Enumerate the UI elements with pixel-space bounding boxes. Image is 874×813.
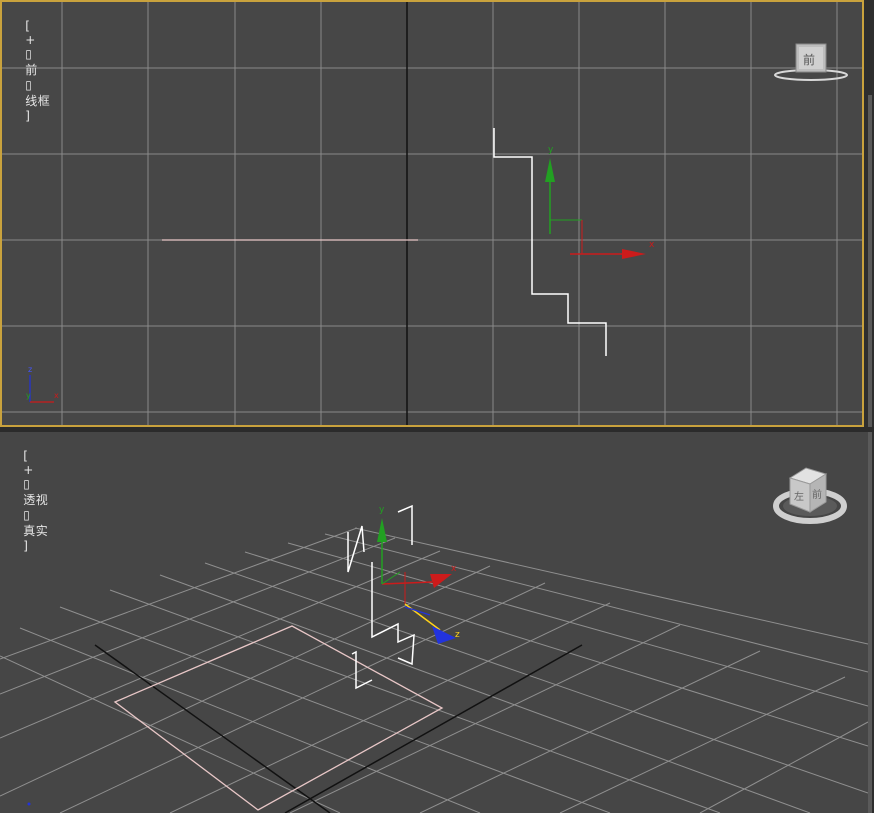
- perspective-viewcube[interactable]: [773, 467, 847, 524]
- gizmo-y-label: y: [379, 505, 385, 515]
- gizmo-x-arrow[interactable]: [622, 249, 646, 259]
- grid-line: [324, 533, 868, 673]
- perspective-viewport-canvas[interactable]: y x z 左 前: [0, 432, 868, 813]
- viewcube-face-label: 前: [803, 52, 815, 67]
- grid-line: [244, 551, 868, 747]
- perspective-move-gizmo[interactable]: [377, 518, 456, 644]
- front-viewport-label: [ + ▯ 前 ▯ 线框 ]: [8, 5, 55, 137]
- grid-line: [0, 550, 441, 739]
- front-axis-tripod: [29, 375, 54, 403]
- gizmo-y-label: y: [548, 145, 554, 155]
- gizmo-z-axis[interactable]: [404, 603, 441, 631]
- label-separator: ▯: [25, 78, 33, 92]
- stair-spline-top-left[interactable]: [347, 525, 365, 573]
- plane-object[interactable]: [113, 625, 444, 811]
- world-axis-x: [94, 644, 331, 813]
- gizmo-x-label: x: [649, 240, 655, 250]
- label-bracket-close: ]: [23, 539, 29, 553]
- tripod-z-label: z: [28, 365, 32, 374]
- label-bracket-close: ]: [25, 109, 31, 123]
- grid-line: [0, 537, 396, 695]
- grid-line: [169, 602, 611, 813]
- viewport-point-of-view-menu[interactable]: 透视: [23, 493, 48, 507]
- grid-line: [559, 676, 846, 813]
- perspective-viewport-label: [ + ▯ 透视 ▯ 真实 ]: [6, 435, 53, 567]
- grid-line: [419, 650, 761, 813]
- label-separator: ▯: [23, 477, 31, 491]
- viewport-shading-menu[interactable]: 真实: [23, 524, 48, 538]
- grid-line: [289, 624, 681, 813]
- tripod-x-label: x: [54, 391, 59, 400]
- tripod-y-label: y: [26, 391, 31, 400]
- gizmo-x-axis[interactable]: [381, 581, 433, 585]
- front-grid: [2, 2, 862, 425]
- grid-line: [0, 655, 341, 813]
- grid-line: [699, 721, 868, 813]
- label-separator: ▯: [25, 47, 33, 61]
- gizmo-z-arrow[interactable]: [432, 626, 456, 644]
- grid-line: [354, 527, 868, 645]
- move-gizmo[interactable]: [545, 158, 646, 259]
- grid-line: [0, 565, 491, 797]
- viewport-scrollbar[interactable]: [868, 95, 872, 813]
- front-viewport-canvas[interactable]: y x z x y 前: [2, 2, 864, 427]
- label-bracket-open: [: [23, 449, 29, 463]
- gizmo-x-label: x: [451, 564, 457, 574]
- viewcube-front-label: 前: [812, 488, 822, 501]
- grid-line: [159, 574, 811, 813]
- viewport-menu-plus[interactable]: +: [25, 33, 36, 47]
- gizmo-z-label: z: [455, 630, 460, 640]
- perspective-viewport[interactable]: y x z 左 前 [ + ▯ 透视 ▯ 真实 ]: [0, 432, 868, 813]
- label-separator: ▯: [23, 508, 31, 522]
- grid-line: [0, 527, 358, 660]
- perspective-axis-tripod: [27, 802, 31, 806]
- grid-line: [59, 582, 546, 813]
- grid-line: [19, 627, 481, 813]
- gizmo-plane-handle-y[interactable]: [381, 571, 401, 585]
- gizmo-y-arrow[interactable]: [545, 158, 555, 182]
- viewport-point-of-view-menu[interactable]: 前: [25, 63, 38, 77]
- gizmo-y-arrow[interactable]: [377, 518, 387, 542]
- viewport-menu-plus[interactable]: +: [23, 463, 34, 477]
- viewcube-left-label: 左: [794, 490, 804, 503]
- front-viewport[interactable]: y x z x y 前 [ + ▯ 前 ▯ 线框 ]: [0, 0, 864, 427]
- label-bracket-open: [: [25, 19, 31, 33]
- viewport-shading-menu[interactable]: 线框: [25, 94, 50, 108]
